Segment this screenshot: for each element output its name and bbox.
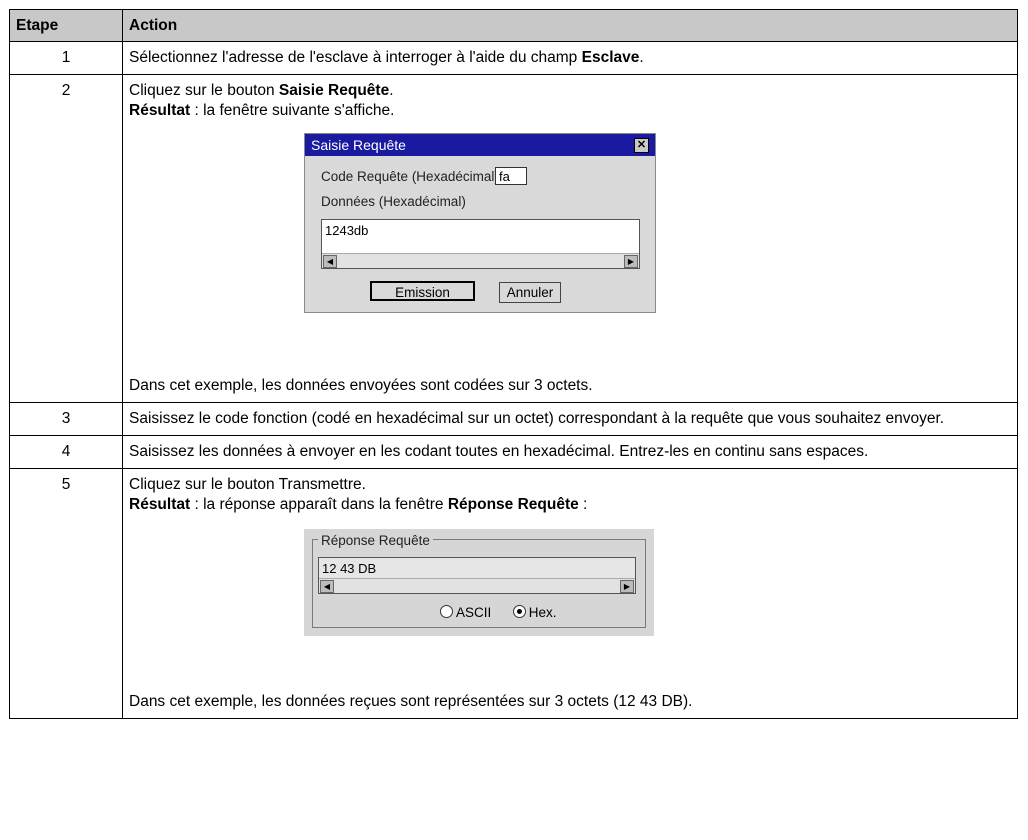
result-text: :	[578, 496, 588, 513]
scroll-right-icon[interactable]: ▶	[620, 580, 634, 593]
step-note: Dans cet exemple, les données envoyées s…	[129, 377, 593, 394]
format-radio-group: ASCII Hex.	[440, 603, 557, 623]
step-number: 4	[9, 435, 123, 469]
step-note: Dans cet exemple, les données reçues son…	[129, 693, 693, 710]
header-step: Etape	[9, 9, 123, 42]
action-bold: Saisie Requête	[278, 82, 390, 99]
action-text: .	[389, 82, 394, 99]
emit-button[interactable]: Emission	[370, 281, 475, 301]
scroll-left-icon[interactable]: ◀	[323, 255, 337, 268]
step-number: 5	[9, 468, 123, 719]
result-bold: Réponse Requête	[447, 496, 579, 513]
horizontal-scrollbar[interactable]: ◀ ▶	[319, 578, 635, 593]
code-label: Code Requête (Hexadécimal)	[321, 169, 499, 184]
action-text: Cliquez sur le bouton Transmettre.	[129, 476, 366, 493]
request-dialog: Saisie Requête ✕ Code Requête (Hexadécim…	[304, 133, 656, 313]
result-text: : la réponse apparaît dans la fenêtre	[190, 496, 448, 513]
result-text: : la fenêtre suivante s'affiche.	[190, 102, 395, 119]
table-row: 2 Cliquez sur le bouton Saisie Requête. …	[9, 74, 1018, 403]
procedure-table: Etape Action 1 Sélectionnez l'adresse de…	[9, 9, 1018, 719]
hex-label: Hex.	[528, 605, 557, 620]
action-text: .	[639, 49, 644, 66]
scroll-right-icon[interactable]: ▶	[624, 255, 638, 268]
step-action: Saisissez le code fonction (codé en hexa…	[122, 402, 1018, 436]
response-field: 12 43 DB ◀ ▶	[318, 557, 636, 594]
cancel-button[interactable]: Annuler	[499, 282, 561, 303]
table-row: 3 Saisissez le code fonction (codé en he…	[9, 402, 1018, 436]
step-action: Sélectionnez l'adresse de l'esclave à in…	[122, 41, 1018, 75]
step-action: Saisissez les données à envoyer en les c…	[122, 435, 1018, 469]
action-text: Sélectionnez l'adresse de l'esclave à in…	[129, 49, 582, 66]
dialog-titlebar: Saisie Requête ✕	[305, 134, 655, 156]
header-action: Action	[122, 9, 1018, 42]
step-number: 3	[9, 402, 123, 436]
ascii-label: ASCII	[456, 605, 492, 620]
horizontal-scrollbar[interactable]: ◀ ▶	[322, 253, 639, 268]
table-row: 1 Sélectionnez l'adresse de l'esclave à …	[9, 41, 1018, 75]
data-input[interactable]: 1243db ◀ ▶	[321, 219, 640, 269]
action-text: Cliquez sur le bouton	[129, 82, 279, 99]
table-row: 5 Cliquez sur le bouton Transmettre. Rés…	[9, 468, 1018, 719]
scroll-left-icon[interactable]: ◀	[320, 580, 334, 593]
result-label: Résultat	[129, 102, 191, 119]
step-action: Cliquez sur le bouton Saisie Requête. Ré…	[122, 74, 1018, 403]
action-bold: Esclave	[581, 49, 640, 66]
table-row: 4 Saisissez les données à envoyer en les…	[9, 435, 1018, 469]
step-action: Cliquez sur le bouton Transmettre. Résul…	[122, 468, 1018, 719]
close-icon[interactable]: ✕	[634, 138, 649, 153]
code-input[interactable]: fa	[495, 167, 527, 185]
data-label: Données (Hexadécimal)	[321, 194, 466, 209]
response-panel: Réponse Requête 12 43 DB ◀ ▶ ASCII Hex.	[304, 529, 654, 636]
panel-legend: Réponse Requête	[318, 531, 433, 551]
dialog-title: Saisie Requête	[311, 137, 406, 153]
response-value: 12 43 DB	[322, 561, 377, 576]
ascii-radio[interactable]	[440, 605, 453, 618]
data-value: 1243db	[325, 223, 369, 238]
table-header-row: Etape Action	[9, 9, 1018, 42]
hex-radio[interactable]	[512, 605, 526, 618]
result-label: Résultat	[129, 496, 191, 513]
step-number: 1	[9, 41, 123, 75]
step-number: 2	[9, 74, 123, 403]
